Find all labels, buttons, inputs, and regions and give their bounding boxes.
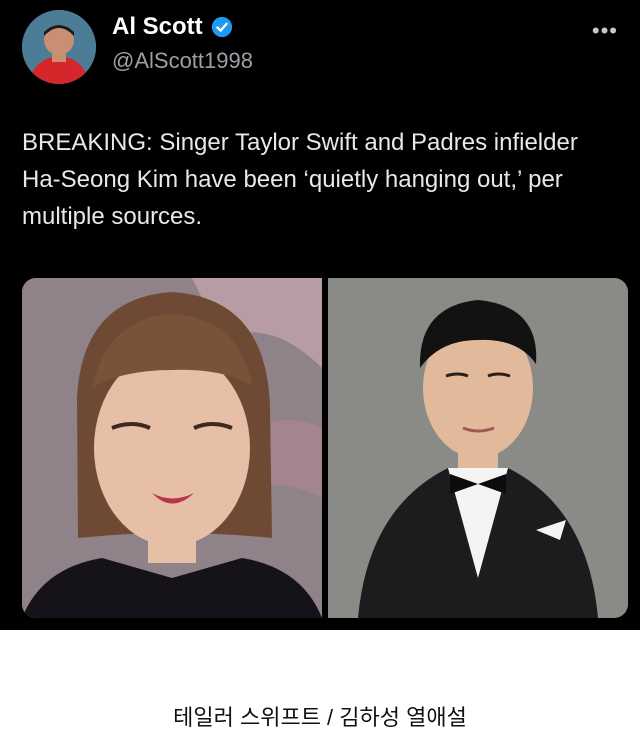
tweet-media[interactable] [22,278,628,618]
tweet-card: Al Scott @AlScott1998 ••• BREAKING: Sing… [0,0,640,630]
avatar-image [22,10,96,84]
man-tuxedo-portrait-image[interactable] [328,278,628,618]
tweet-text: BREAKING: Singer Taylor Swift and Padres… [22,129,578,230]
more-options-icon[interactable]: ••• [592,18,618,44]
verified-badge-icon [211,16,232,38]
caption: 테일러 스위프트 / 김하성 열애설 [173,705,467,730]
avatar[interactable] [22,10,96,84]
author-handle[interactable]: @AlScott1998 [112,48,253,74]
author-name[interactable]: Al Scott [112,13,203,41]
author-name-row[interactable]: Al Scott [112,13,233,41]
woman-portrait-image[interactable] [22,278,322,618]
